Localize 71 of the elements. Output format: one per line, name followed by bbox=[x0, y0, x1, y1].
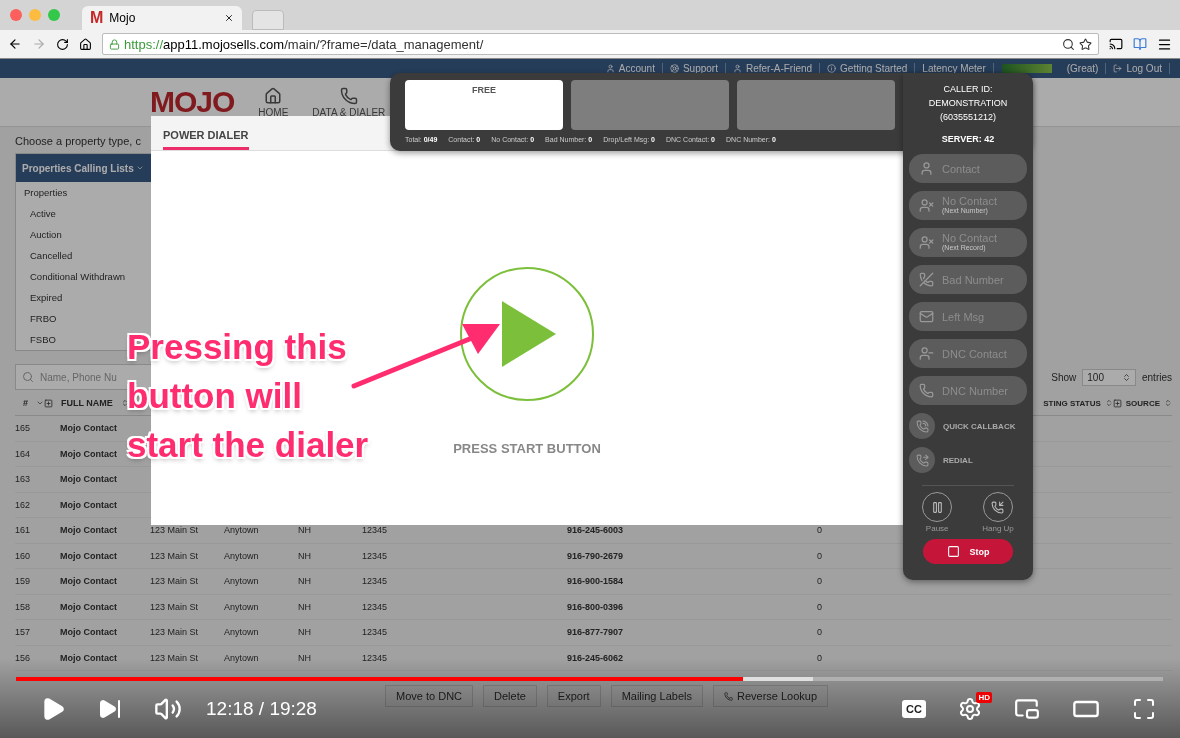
table-cell-text: 916-245-6003 bbox=[567, 525, 625, 536]
line-slot: FREE bbox=[405, 80, 563, 130]
table-cell-text: Anytown bbox=[224, 576, 260, 587]
table-cell-text: 916-790-2679 bbox=[567, 550, 625, 561]
table-cell-text: 12345 bbox=[362, 576, 389, 587]
table-cell-text: 165 bbox=[15, 423, 32, 434]
logo: MOJO bbox=[150, 87, 235, 117]
table-cell-text: Mojo Contact bbox=[60, 499, 118, 510]
dialer-title: POWER DIALER bbox=[163, 129, 249, 150]
table-cell-text: 12345 bbox=[362, 550, 389, 561]
table-cell-text: 159 bbox=[15, 576, 32, 587]
table-cell-text: Mojo Contact bbox=[60, 550, 118, 561]
entries-label: entries bbox=[1142, 371, 1172, 383]
prompt-text: Choose a property type, c bbox=[15, 134, 141, 149]
table-cell-text: 12345 bbox=[362, 652, 389, 663]
table-cell-text: NH bbox=[298, 576, 312, 587]
table-cell-text: 123 Main St bbox=[150, 601, 200, 612]
table-cell-text: 163 bbox=[15, 474, 32, 485]
table-cell-text: Mojo Contact bbox=[60, 474, 118, 485]
table-cell-text: 123 Main St bbox=[150, 550, 200, 561]
table-cell-text: 12345 bbox=[362, 601, 389, 612]
start-label: PRESS START BUTTON bbox=[453, 441, 601, 456]
table-cell-text: 0 bbox=[817, 576, 823, 587]
table-cell-text: NH bbox=[298, 525, 312, 536]
tab-logo: M bbox=[90, 9, 104, 27]
video-time: 12:18 / 19:28 bbox=[206, 698, 317, 720]
caller-id-label: CALLER ID: bbox=[942, 83, 994, 96]
caller-number: (6035551212) bbox=[938, 111, 998, 124]
table-cell-text: 164 bbox=[15, 448, 32, 459]
table-cell-text: Mojo Contact bbox=[60, 423, 118, 434]
table-cell-text: Anytown bbox=[224, 525, 260, 536]
table-cell-text: 916-877-7907 bbox=[567, 627, 625, 638]
table-cell-text: Anytown bbox=[224, 627, 260, 638]
table-cell-text: 0 bbox=[817, 652, 823, 663]
table-cell-text: 161 bbox=[15, 525, 32, 536]
hd-badge: HD bbox=[976, 692, 992, 703]
table-cell-text: 160 bbox=[15, 550, 32, 561]
table-cell-text: 157 bbox=[15, 627, 32, 638]
table-cell-text: 156 bbox=[15, 652, 32, 663]
server-label: SERVER: 42 bbox=[941, 134, 995, 144]
table-cell-text: Anytown bbox=[224, 652, 260, 663]
table-cell-text: 162 bbox=[15, 499, 32, 510]
table-cell-text: Anytown bbox=[224, 550, 260, 561]
table-cell-text: 158 bbox=[15, 601, 32, 612]
latency-status: (Great) bbox=[1059, 63, 1107, 74]
table-cell-text: 123 Main St bbox=[150, 627, 200, 638]
show-label: Show bbox=[1051, 371, 1077, 383]
table-cell-text: Mojo Contact bbox=[60, 627, 118, 638]
table-cell-text: Mojo Contact bbox=[60, 576, 118, 587]
table-cell-text: 916-245-6062 bbox=[567, 652, 625, 663]
table-cell-text: NH bbox=[298, 550, 312, 561]
table-cell-text: 123 Main St bbox=[150, 525, 200, 536]
table-cell-text: 916-800-0396 bbox=[567, 601, 625, 612]
table-cell-text: Mojo Contact bbox=[60, 525, 118, 536]
table-cell-text: Mojo Contact bbox=[60, 448, 118, 459]
table-cell-text: 0 bbox=[817, 627, 823, 638]
table-cell-text: Mojo Contact bbox=[60, 652, 118, 663]
table-cell-text: Anytown bbox=[224, 601, 260, 612]
table-cell-text: NH bbox=[298, 601, 312, 612]
table-cell-text: 12345 bbox=[362, 627, 389, 638]
table-cell-text: 0 bbox=[817, 525, 823, 536]
table-cell-text: Mojo Contact bbox=[60, 601, 118, 612]
table-cell-text: 0 bbox=[817, 601, 823, 612]
table-cell-text: 123 Main St bbox=[150, 576, 200, 587]
table-cell-text: 916-900-1584 bbox=[567, 576, 625, 587]
table-cell-text: 12345 bbox=[362, 525, 389, 536]
caller-name: DEMONSTRATION bbox=[928, 97, 1008, 110]
table-cell-text: 0 bbox=[817, 550, 823, 561]
table-cell-text: NH bbox=[298, 627, 312, 638]
table-cell-text: 123 Main St bbox=[150, 652, 200, 663]
table-cell-text: NH bbox=[298, 652, 312, 663]
